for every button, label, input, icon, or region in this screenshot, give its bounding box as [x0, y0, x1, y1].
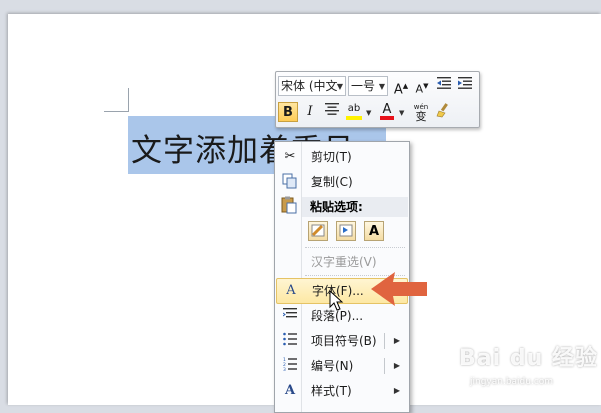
- menu-item-reconvert-label: 汉字重选(V): [311, 255, 377, 269]
- bullets-icon: [281, 332, 299, 350]
- chevron-down-icon: ▼: [336, 82, 343, 91]
- submenu-divider: [384, 358, 385, 374]
- font-color-swatch: [380, 116, 394, 120]
- bold-button[interactable]: B: [278, 102, 298, 122]
- increase-indent-button[interactable]: [455, 76, 475, 96]
- styles-icon: A: [284, 383, 296, 398]
- font-name-combo[interactable]: 宋体 (中文 ▼: [278, 76, 346, 96]
- increase-indent-icon: [458, 77, 472, 89]
- menu-item-styles[interactable]: A 样式(T) ▶: [276, 379, 408, 403]
- font-size-value: 一号: [351, 79, 376, 93]
- watermark-url: jingyan.baidu.com: [470, 377, 554, 387]
- font-color-button[interactable]: A: [377, 102, 397, 122]
- grow-font-icon: A: [393, 82, 403, 98]
- menu-item-numbering[interactable]: 123 编号(N) ▶: [276, 354, 408, 378]
- decrease-indent-button[interactable]: [434, 76, 454, 96]
- mini-toolbar: 宋体 (中文 ▼ 一号 ▼ A▲ A▼ B I ab ▼ A ▼ wén 变: [275, 71, 480, 128]
- menu-item-cut[interactable]: ✂ 剪切(T): [276, 145, 408, 169]
- highlighter-icon: ab: [347, 103, 361, 114]
- menu-item-copy-label: 复制(C): [311, 175, 353, 189]
- menu-item-bullets-label: 项目符号(B): [311, 334, 377, 348]
- center-align-icon: [325, 103, 339, 115]
- submenu-divider: [384, 333, 385, 349]
- menu-separator: [305, 247, 405, 249]
- font-size-combo[interactable]: 一号 ▼: [348, 76, 388, 96]
- bold-icon: B: [283, 105, 293, 120]
- keep-text-only-icon: A: [368, 224, 380, 239]
- phonetic-char: 变: [415, 110, 427, 123]
- paste-keep-source-formatting-button[interactable]: [308, 221, 328, 241]
- paragraph-icon: [281, 307, 299, 325]
- chevron-right-icon[interactable]: ▶: [394, 379, 400, 403]
- watermark-brand: Bai du 经验: [459, 346, 598, 371]
- center-align-button[interactable]: [322, 102, 342, 122]
- phonetic-guide-button[interactable]: wén 变: [411, 102, 431, 122]
- menu-item-cut-label: 剪切(T): [311, 150, 352, 164]
- chevron-down-icon[interactable]: ▼: [366, 109, 371, 117]
- paste-keep-text-only-button[interactable]: A: [364, 221, 384, 241]
- format-painter-icon: [436, 103, 448, 118]
- clipboard-icon: [280, 196, 298, 214]
- baidu-watermark: Bai du 经验: [459, 340, 598, 372]
- italic-icon: I: [307, 104, 313, 119]
- menu-item-styles-label: 样式(T): [311, 384, 352, 398]
- grow-font-button[interactable]: A▲: [391, 76, 411, 98]
- menu-item-numbering-label: 编号(N): [311, 359, 354, 373]
- shrink-font-button[interactable]: A▼: [412, 76, 432, 96]
- font-icon: A: [286, 283, 296, 298]
- chevron-down-icon[interactable]: ▼: [399, 109, 404, 117]
- menu-item-copy[interactable]: 复制(C): [276, 170, 408, 194]
- keep-source-formatting-icon: [310, 224, 326, 242]
- highlight-swatch: [346, 116, 362, 120]
- format-painter-button[interactable]: [434, 102, 454, 122]
- svg-text:3: 3: [283, 367, 286, 371]
- font-name-value: 宋体 (中文: [281, 79, 338, 93]
- callout-arrow-icon: [371, 272, 427, 306]
- highlight-color-button[interactable]: ab: [344, 102, 364, 122]
- chevron-right-icon[interactable]: ▶: [394, 354, 400, 378]
- copy-icon: [281, 173, 299, 191]
- merge-formatting-icon: [338, 224, 354, 242]
- font-color-icon: A: [382, 102, 392, 117]
- chevron-down-icon: ▼: [378, 82, 385, 91]
- mouse-cursor-icon: [329, 290, 344, 311]
- margin-mark-horizontal: [104, 111, 128, 112]
- menu-item-bullets[interactable]: 项目符号(B) ▶: [276, 329, 408, 353]
- paste-options-label: 粘贴选项:: [310, 200, 363, 214]
- decrease-indent-icon: [437, 77, 451, 89]
- chevron-right-icon[interactable]: ▶: [394, 329, 400, 353]
- paste-options-header: 粘贴选项:: [302, 197, 408, 217]
- paste-merge-formatting-button[interactable]: [336, 221, 356, 241]
- italic-button[interactable]: I: [300, 102, 320, 122]
- margin-mark-vertical: [128, 88, 129, 112]
- shrink-font-icon: A: [415, 82, 424, 96]
- scissors-icon: ✂: [284, 149, 296, 164]
- numbering-icon: 123: [281, 357, 299, 375]
